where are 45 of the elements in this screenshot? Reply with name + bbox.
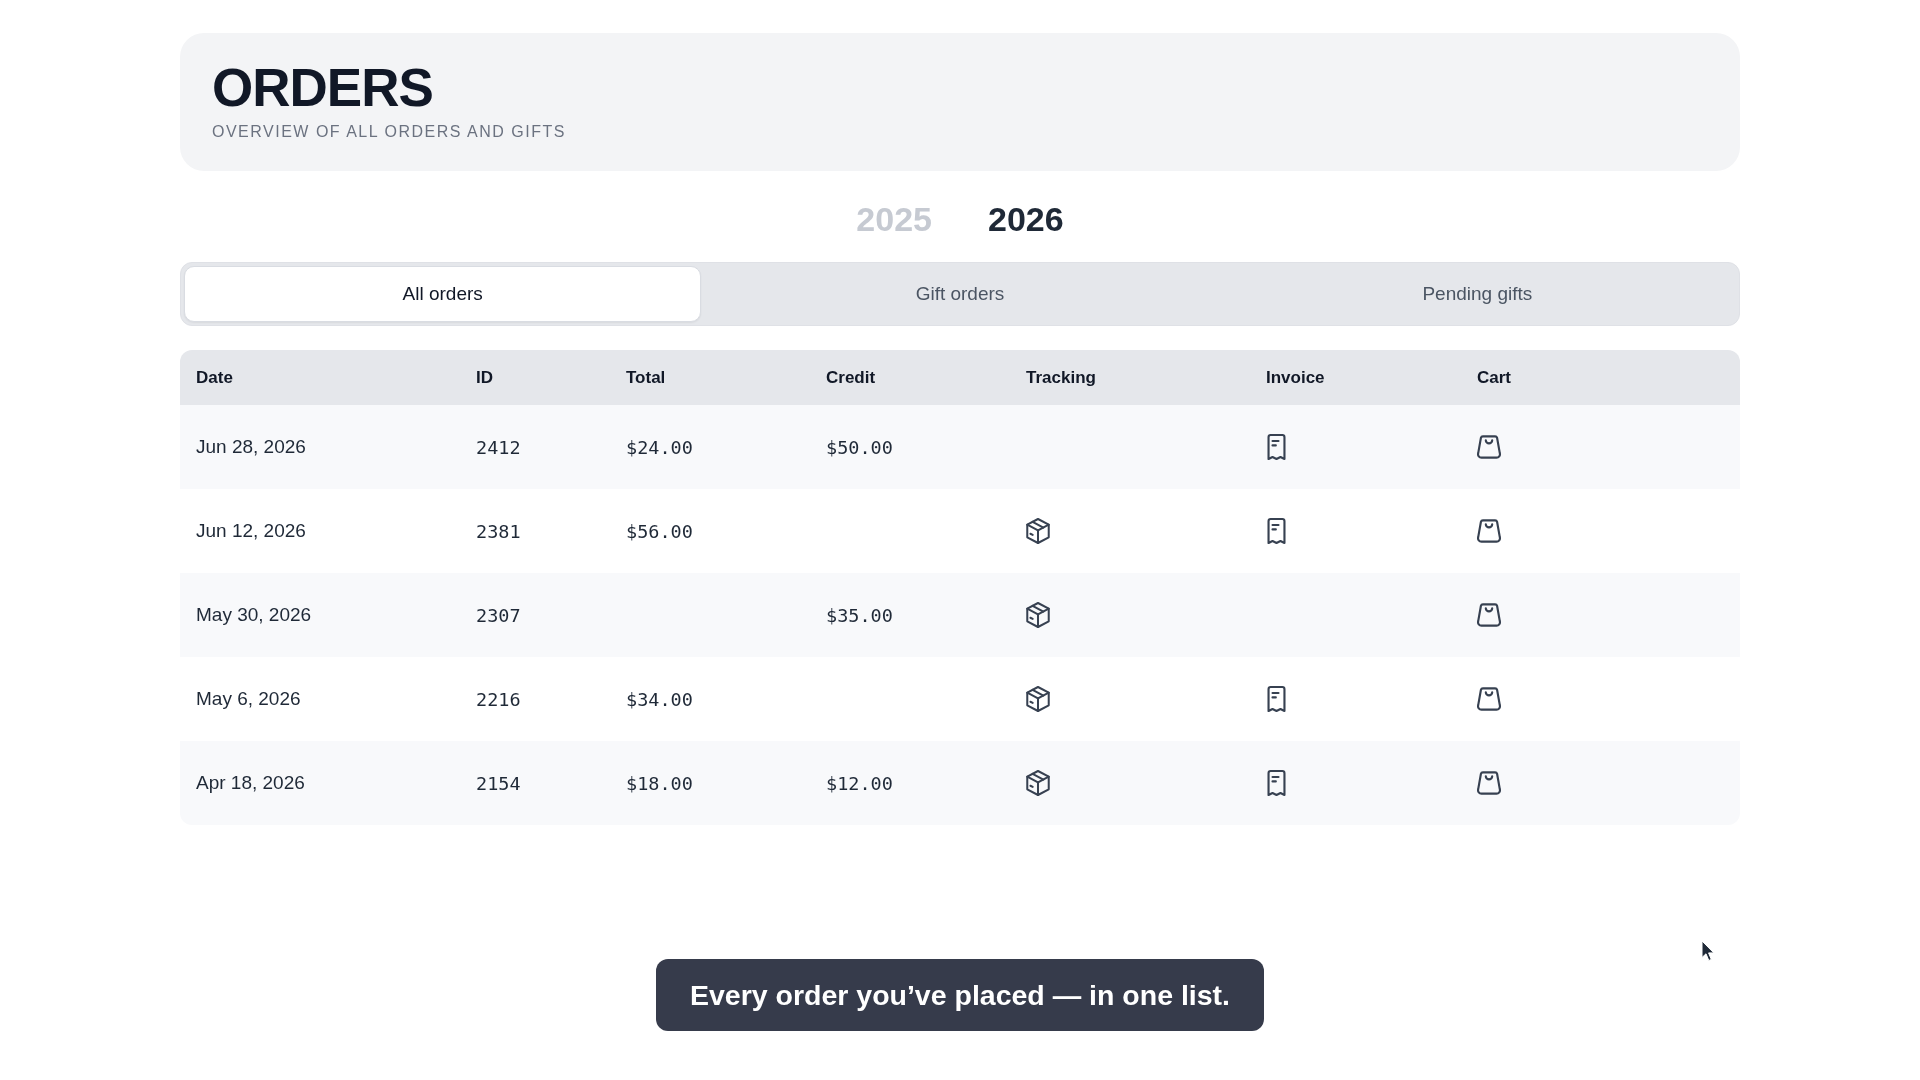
column-header: Date [196,367,233,388]
receipt-icon[interactable] [1266,770,1287,796]
column-header: Total [626,367,666,388]
table-cell: $35.00 [826,604,893,626]
table-cell: 2307 [476,604,521,626]
package-icon[interactable] [1026,686,1050,712]
shopping-bag-icon[interactable] [1477,771,1501,795]
package-icon[interactable] [1026,602,1050,628]
page-title: ORDERS [212,61,433,115]
tab[interactable]: All orders [184,266,702,322]
receipt-icon[interactable] [1266,686,1287,712]
year-tab[interactable]: 2026 [988,199,1064,239]
table-cell: 2381 [476,520,521,542]
receipt-icon[interactable] [1266,518,1287,544]
table-cell: Jun 28, 2026 [196,436,306,458]
shopping-bag-icon[interactable] [1477,435,1501,459]
package-icon[interactable] [1026,518,1050,544]
shopping-bag-icon[interactable] [1477,603,1501,627]
receipt-icon[interactable] [1266,434,1287,460]
tab[interactable]: Gift orders [701,266,1219,322]
column-header: Tracking [1026,367,1096,388]
column-header: Credit [826,367,876,388]
column-header: ID [476,367,493,388]
table-cell: Jun 12, 2026 [196,520,306,542]
column-header: Cart [1477,367,1511,388]
table-cell: $50.00 [826,436,893,458]
table-cell: $24.00 [626,436,693,458]
table-cell: 2412 [476,436,521,458]
tab[interactable]: Pending gifts [1218,266,1736,322]
shopping-bag-icon[interactable] [1477,687,1501,711]
table-cell: Apr 18, 2026 [196,772,305,794]
table-cell: May 6, 2026 [196,688,301,710]
shopping-bag-icon[interactable] [1477,519,1501,543]
caption-banner: Every order you’ve placed — in one list. [655,959,1265,1031]
column-header: Invoice [1266,367,1325,388]
table-cell: $12.00 [826,772,893,794]
table-cell: 2216 [476,688,521,710]
table-cell: $34.00 [626,688,693,710]
table-cell: 2154 [476,772,521,794]
table-cell: $18.00 [626,772,693,794]
table-cell: $56.00 [626,520,693,542]
cursor-icon [1701,940,1715,962]
table-cell: May 30, 2026 [196,604,312,626]
package-icon[interactable] [1026,770,1050,796]
page-subtitle: OVERVIEW OF ALL ORDERS AND GIFTS [212,122,566,142]
